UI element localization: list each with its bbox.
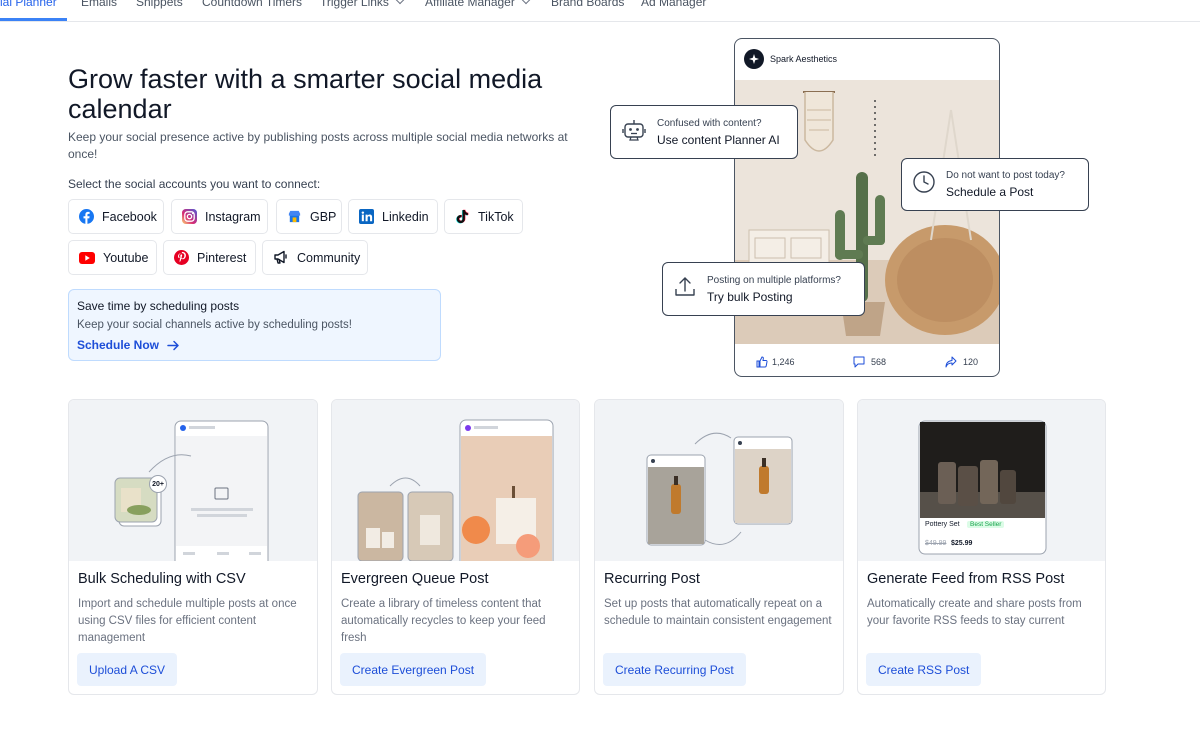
facebook-icon (79, 209, 94, 225)
youtube-icon (79, 250, 95, 266)
create-evergreen-post-button[interactable]: Create Evergreen Post (340, 653, 487, 686)
pinterest-icon (174, 250, 189, 266)
likes-count: 1,246 (772, 356, 795, 367)
connect-linkedin-label: Linkedin (382, 209, 429, 224)
promo-text: Keep your social channels active by sche… (77, 319, 352, 331)
tab-affiliate-manager-label: Affiliate Manager (425, 0, 515, 9)
shares-count: 120 (963, 356, 979, 367)
bulk-csv-description: Import and schedule multiple posts at on… (78, 598, 297, 644)
share-icon (945, 356, 957, 367)
bulk-callout-action: Try bulk Posting (707, 289, 793, 304)
rss-card: Pottery Set Best Seller $49.99 $25.99 Ge… (857, 399, 1106, 695)
recurring-card: Recurring Post Set up posts that automat… (594, 399, 844, 695)
product-name: Pottery Set (925, 521, 960, 528)
rss-description: Automatically create and share posts fro… (867, 598, 1082, 627)
select-accounts-label: Select the social accounts you want to c… (68, 177, 321, 191)
instagram-icon (182, 209, 197, 225)
connect-pinterest-button[interactable]: Pinterest (163, 240, 256, 275)
page-title: Grow faster with a smarter social media … (68, 64, 543, 124)
tab-ad-manager[interactable]: Ad Manager (641, 0, 706, 12)
content-ai-callout-action: Use content Planner AI (657, 132, 780, 147)
tab-affiliate-manager[interactable]: Affiliate Manager (425, 0, 531, 12)
schedule-now-label: Schedule Now (77, 338, 160, 352)
rss-illustration: Pottery Set Best Seller $49.99 $25.99 (858, 400, 1105, 561)
brand-logo-icon (744, 49, 764, 69)
connect-instagram-label: Instagram (205, 209, 261, 224)
recurring-illustration (595, 400, 843, 561)
active-tab-indicator (0, 18, 67, 21)
top-navigation: cial Planner Emails Snippets Countdown T… (0, 0, 1200, 22)
connect-youtube-button[interactable]: Youtube (68, 240, 157, 275)
evergreen-description: Create a library of timeless content tha… (341, 598, 546, 644)
content-ai-callout[interactable]: Confused with content? Use content Plann… (610, 105, 798, 159)
connect-community-button[interactable]: Community (262, 240, 368, 275)
post-preview-header: Spark Aesthetics (735, 39, 999, 79)
schedule-callout-question: Do not want to post today? (946, 170, 1065, 181)
schedule-now-link[interactable]: Schedule Now (77, 338, 432, 352)
tab-trigger-links-label: Trigger Links (320, 0, 389, 9)
megaphone-icon (273, 250, 289, 266)
connect-facebook-label: Facebook (102, 209, 157, 224)
connect-youtube-label: Youtube (103, 250, 149, 265)
tiktok-icon (455, 209, 470, 225)
comments-stat: 568 (853, 356, 886, 368)
bulk-csv-illustration: 20+ (69, 400, 317, 561)
csv-count-badge: 20+ (149, 475, 167, 493)
schedule-callout-action: Schedule a Post (946, 185, 1034, 199)
best-seller-badge: Best Seller (967, 521, 1005, 528)
product-old-price: $49.99 (925, 540, 947, 547)
thumbs-up-icon (756, 355, 768, 367)
tab-brand-boards[interactable]: Brand Boards (551, 0, 624, 12)
recurring-description: Set up posts that automatically repeat o… (604, 598, 832, 627)
post-engagement-bar: 1,246 568 120 (735, 345, 999, 376)
arrow-right-icon (167, 340, 179, 350)
tab-trigger-links[interactable]: Trigger Links (320, 0, 405, 12)
shares-stat: 120 (945, 356, 978, 368)
page-subtitle: Keep your social presence active by publ… (68, 130, 568, 161)
likes-stat: 1,246 (756, 355, 795, 368)
connect-gbp-label: GBP (310, 209, 337, 224)
promo-title: Save time by scheduling posts (77, 299, 240, 313)
connect-pinterest-label: Pinterest (197, 250, 247, 265)
bulk-csv-title: Bulk Scheduling with CSV (78, 571, 246, 587)
upload-csv-button[interactable]: Upload A CSV (77, 653, 178, 686)
connect-community-label: Community (297, 250, 361, 265)
comment-icon (853, 356, 865, 367)
tab-countdown-timers[interactable]: Countdown Timers (202, 0, 302, 12)
tab-social-planner[interactable]: cial Planner (0, 0, 57, 12)
create-recurring-post-button[interactable]: Create Recurring Post (603, 653, 746, 686)
connect-gbp-button[interactable]: GBP (276, 199, 342, 234)
connect-tiktok-button[interactable]: TikTok (444, 199, 523, 234)
connect-tiktok-label: TikTok (478, 209, 514, 224)
clock-icon (912, 170, 936, 199)
gbp-icon (287, 209, 302, 225)
product-price: $25.99 (951, 540, 973, 547)
chevron-down-icon (521, 0, 531, 5)
evergreen-title: Evergreen Queue Post (341, 571, 489, 587)
connect-facebook-button[interactable]: Facebook (68, 199, 164, 234)
robot-icon (621, 117, 647, 148)
linkedin-icon (359, 209, 374, 225)
content-ai-callout-question: Confused with content? (657, 117, 762, 129)
schedule-promo-box: Save time by scheduling posts Keep your … (68, 289, 441, 361)
rss-title: Generate Feed from RSS Post (867, 571, 1065, 587)
evergreen-illustration (332, 400, 579, 561)
create-rss-post-button[interactable]: Create RSS Post (866, 653, 982, 686)
comments-count: 568 (871, 356, 887, 367)
evergreen-card: Evergreen Queue Post Create a library of… (331, 399, 580, 695)
schedule-post-callout[interactable]: Do not want to post today? Schedule a Po… (901, 158, 1089, 211)
tab-snippets[interactable]: Snippets (136, 0, 183, 12)
bulk-callout-question: Posting on multiple platforms? (707, 274, 841, 286)
bulk-posting-callout[interactable]: Posting on multiple platforms? Try bulk … (662, 262, 865, 316)
upload-icon (673, 275, 697, 304)
recurring-title: Recurring Post (604, 571, 700, 587)
tab-emails[interactable]: Emails (81, 0, 117, 12)
connect-instagram-button[interactable]: Instagram (171, 199, 268, 234)
post-account-name: Spark Aesthetics (770, 54, 838, 64)
bulk-csv-card: 20+ Bulk Scheduling with CSV Import and … (68, 399, 318, 695)
connect-linkedin-button[interactable]: Linkedin (348, 199, 438, 234)
chevron-down-icon (395, 0, 405, 5)
